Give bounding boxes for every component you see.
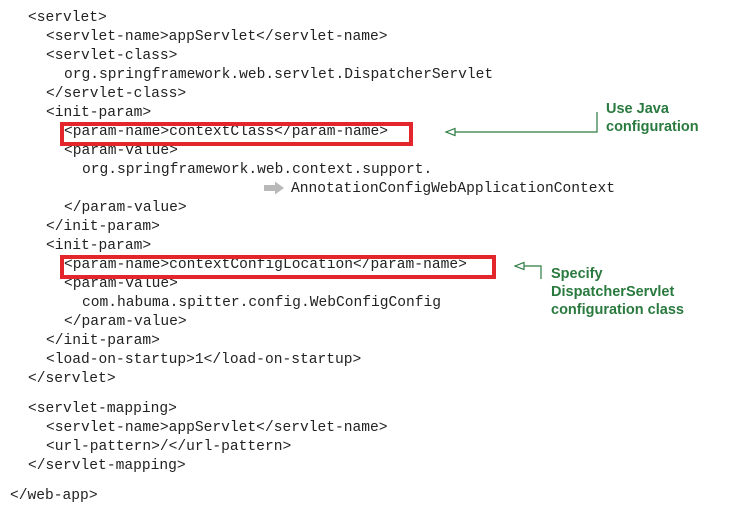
code-line: <servlet> bbox=[28, 10, 107, 26]
code-line: <load-on-startup>1</load-on-startup> bbox=[46, 352, 362, 368]
code-line: </param-value> bbox=[64, 200, 187, 216]
code-line: </init-param> bbox=[46, 219, 160, 235]
code-line: <init-param> bbox=[46, 238, 152, 254]
code-line: </param-value> bbox=[64, 314, 187, 330]
code-line: <servlet-class> bbox=[46, 48, 178, 64]
code-line: org.springframework.web.context.support. bbox=[82, 162, 433, 178]
highlight-box-context-class bbox=[60, 122, 413, 146]
code-line: <init-param> bbox=[46, 105, 152, 121]
code-line: <servlet-mapping> bbox=[28, 401, 177, 417]
code-line: </servlet-mapping> bbox=[28, 458, 186, 474]
code-line: </servlet-class> bbox=[46, 86, 187, 102]
annotation-use-java-configuration: Use Java configuration bbox=[606, 101, 699, 135]
code-line: org.springframework.web.servlet.Dispatch… bbox=[64, 67, 494, 83]
code-line: com.habuma.spitter.config.WebConfigConfi… bbox=[82, 295, 442, 311]
code-line: <url-pattern>/</url-pattern> bbox=[46, 439, 292, 455]
highlight-box-context-config-location bbox=[60, 255, 496, 279]
annotation-specify-dispatcherservlet: Specify DispatcherServlet configuration … bbox=[551, 266, 684, 318]
line-continuation-arrow-icon bbox=[264, 181, 284, 195]
code-line: </init-param> bbox=[46, 333, 160, 349]
code-line: </web-app> bbox=[10, 488, 98, 504]
code-line: <servlet-name>appServlet</servlet-name> bbox=[46, 29, 388, 45]
code-line: </servlet> bbox=[28, 371, 116, 387]
code-line: <servlet-name>appServlet</servlet-name> bbox=[46, 420, 388, 436]
code-line-continued: AnnotationConfigWebApplicationContext bbox=[291, 181, 616, 197]
